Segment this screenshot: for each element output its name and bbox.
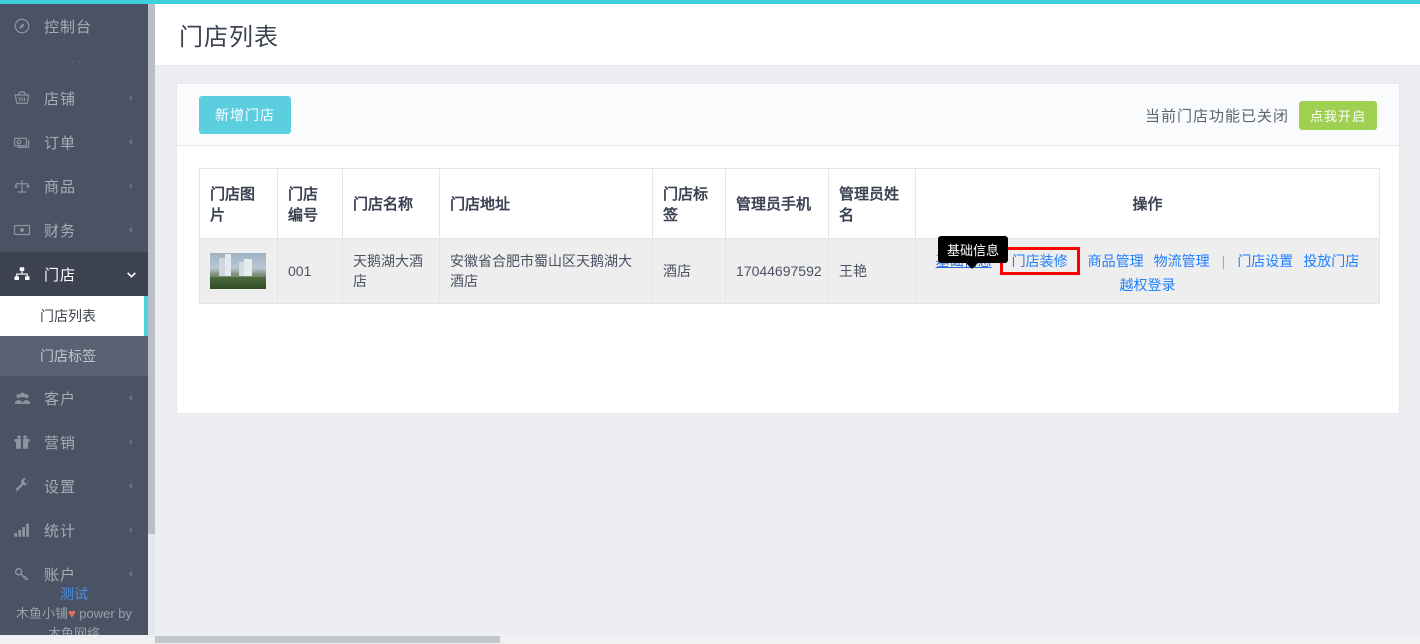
money-icon [0,133,44,151]
sitemap-icon [0,265,44,283]
brand-name: 木鱼小铺 [16,606,68,621]
sidebar-item-label: 控制台 [44,16,114,37]
cell-manager-phone: 17044697592 [726,239,829,304]
column-header-name: 门店名称 [343,169,440,239]
banknote-icon [0,221,44,239]
sidebar-subitem-store-tags[interactable]: 门店标签 [0,336,148,376]
chevron-left-icon: ‹ [114,224,148,236]
sidebar-footer-env[interactable]: 测试 [0,584,148,604]
scales-icon [0,177,44,195]
sidebar-item-dashboard[interactable]: 控制台 [0,4,148,48]
column-header-address: 门店地址 [440,169,653,239]
powered-by-text: power by [76,606,132,621]
store-feature-status-text: 当前门店功能已关闭 [1145,105,1289,126]
sidebar-item-stores[interactable]: 门店 [0,252,148,296]
toolbar-right-group: 当前门店功能已关闭 点我开启 [1145,84,1377,146]
chevron-left-icon: ‹ [114,392,148,404]
sidebar-item-label: 门店 [44,264,114,285]
chevron-left-icon: ‹ [114,136,148,148]
sidebar-footer-brand: 木鱼小铺♥ power by [0,604,148,624]
cell-store-code: 001 [278,239,343,304]
compass-icon [0,17,44,35]
action-separator: | [1222,253,1226,269]
sidebar-item-label: 客户 [44,388,114,409]
table-row: 001 天鹅湖大酒店 安徽省合肥市蜀山区天鹅湖大酒店 酒店 1704469759… [200,239,1380,304]
sidebar: 控制台 ··· 店铺 ‹ 订单 ‹ [0,4,148,644]
cell-store-address: 安徽省合肥市蜀山区天鹅湖大酒店 [440,239,653,304]
sidebar-item-finance[interactable]: 财务 ‹ [0,208,148,252]
add-store-button[interactable]: 新增门店 [199,96,291,134]
chevron-left-icon: ‹ [114,180,148,192]
page-title: 门店列表 [179,17,279,52]
page-header: 门店列表 [155,4,1420,66]
action-store-settings[interactable]: 门店设置 [1237,253,1293,269]
sidebar-subitem-label: 门店标签 [40,346,96,366]
sidebar-dots: ··· [0,48,148,76]
action-logistics-management[interactable]: 物流管理 [1154,253,1210,269]
sidebar-item-statistics[interactable]: 统计 ‹ [0,508,148,552]
sidebar-item-customers[interactable]: 客户 ‹ [0,376,148,420]
chevron-left-icon: ‹ [114,480,148,492]
sidebar-item-label: 营销 [44,432,114,453]
basic-info-tooltip: 基础信息 [938,236,1008,263]
store-list-card: 新增门店 当前门店功能已关闭 点我开启 门店图片 门店编号 [176,83,1400,414]
cell-manager-name: 王艳 [829,239,916,304]
chevron-left-icon: ‹ [114,568,148,580]
users-icon [0,389,44,408]
chevron-left-icon: ‹ [114,436,148,448]
sidebar-item-label: 财务 [44,220,114,241]
action-store-decoration-highlight[interactable]: 门店装修 [1000,247,1080,275]
sidebar-submenu-stores: 门店列表 门店标签 [0,296,148,376]
sidebar-item-settings[interactable]: 设置 ‹ [0,464,148,508]
action-impersonate-login[interactable]: 越权登录 [1120,277,1176,293]
column-header-code: 门店编号 [278,169,343,239]
gift-icon [0,433,44,451]
sidebar-item-label: 统计 [44,520,114,541]
action-product-management[interactable]: 商品管理 [1088,253,1144,269]
action-deploy-store[interactable]: 投放门店 [1303,253,1359,269]
sidebar-item-label: 设置 [44,476,114,497]
chevron-down-icon [114,268,148,281]
sidebar-item-marketing[interactable]: 营销 ‹ [0,420,148,464]
column-header-operations: 操作 [916,169,1380,239]
enable-store-feature-button[interactable]: 点我开启 [1299,101,1377,130]
table-header-row: 门店图片 门店编号 门店名称 门店地址 门店标签 管理员手机 管理员姓名 操作 [200,169,1380,239]
column-header-phone: 管理员手机 [726,169,829,239]
column-header-manager: 管理员姓名 [829,169,916,239]
cell-store-name: 天鹅湖大酒店 [343,239,440,304]
wrench-icon [0,477,44,495]
app-root: 控制台 ··· 店铺 ‹ 订单 ‹ [0,0,1420,644]
basket-icon [0,89,44,107]
bar-chart-icon [0,521,44,539]
column-header-tag: 门店标签 [653,169,726,239]
horizontal-scrollbar[interactable] [0,635,1420,644]
sidebar-subitem-label: 门店列表 [40,306,96,326]
cell-store-image [200,239,278,304]
sidebar-subitem-store-list[interactable]: 门店列表 [0,296,148,336]
sidebar-item-orders[interactable]: 订单 ‹ [0,120,148,164]
heart-icon: ♥ [68,606,76,621]
sidebar-item-shop[interactable]: 店铺 ‹ [0,76,148,120]
sidebar-item-label: 店铺 [44,88,114,109]
store-table: 门店图片 门店编号 门店名称 门店地址 门店标签 管理员手机 管理员姓名 操作 [199,168,1380,304]
key-icon [0,565,44,583]
chevron-left-icon: ‹ [114,524,148,536]
sidebar-scrollbar[interactable] [148,4,155,644]
action-store-decoration[interactable]: 门店装修 [1012,253,1068,269]
sidebar-item-products[interactable]: 商品 ‹ [0,164,148,208]
table-wrapper: 门店图片 门店编号 门店名称 门店地址 门店标签 管理员手机 管理员姓名 操作 [177,146,1399,304]
cell-store-tag: 酒店 [653,239,726,304]
store-thumbnail[interactable] [210,253,266,289]
sidebar-item-label: 订单 [44,132,114,153]
main-content: 门店列表 新增门店 当前门店功能已关闭 点我开启 [155,4,1420,644]
sidebar-item-label: 商品 [44,176,114,197]
column-header-image: 门店图片 [200,169,278,239]
sidebar-item-label: 账户 [44,564,114,585]
chevron-left-icon: ‹ [114,92,148,104]
horizontal-scrollbar-thumb[interactable] [155,636,500,643]
sidebar-scrollbar-thumb[interactable] [148,4,155,534]
card-toolbar: 新增门店 当前门店功能已关闭 点我开启 [177,84,1399,146]
